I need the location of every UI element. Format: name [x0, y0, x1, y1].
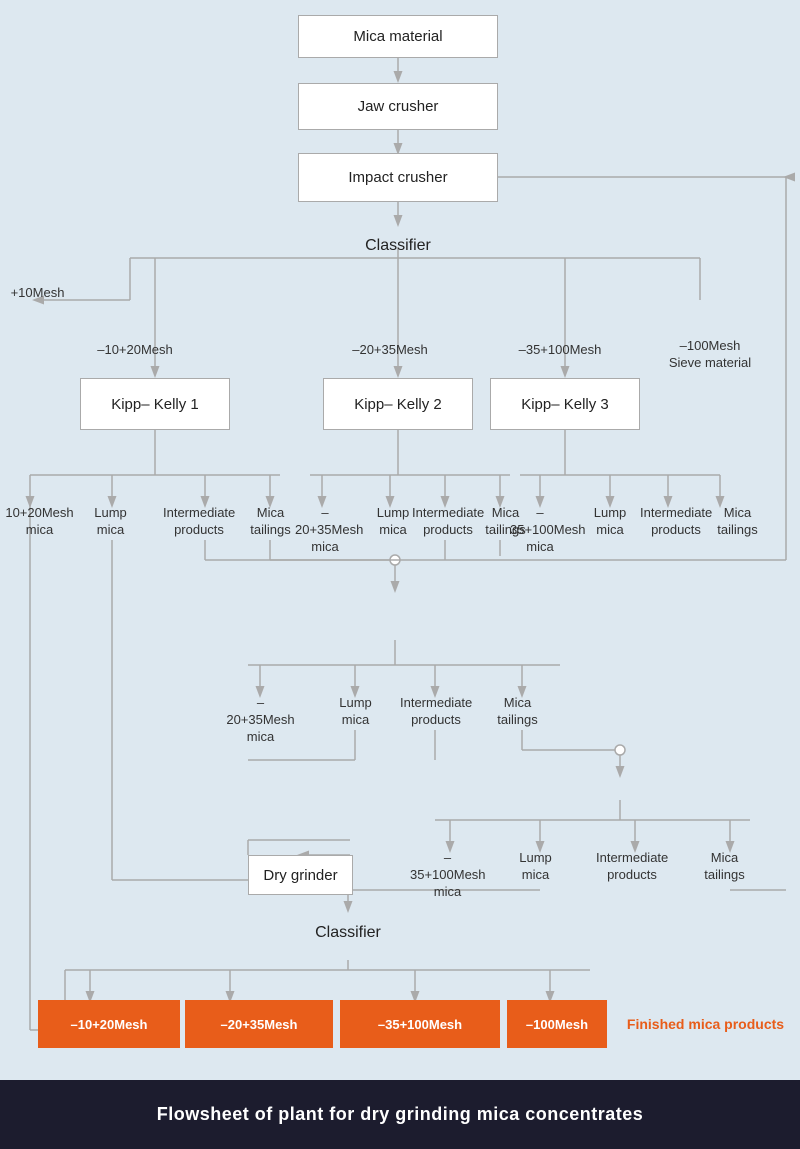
product-p1: –10+20Mesh [38, 1000, 180, 1048]
minus100a-label: –100MeshSieve material [650, 338, 770, 372]
lvl3-out3-label: Intermediateproducts [596, 850, 668, 884]
lvl2-out1-label: –20+35Meshmica [223, 695, 298, 746]
k2-out2-label: Lumpmica [368, 505, 418, 539]
lvl2-out3-label: Intermediateproducts [400, 695, 472, 729]
product-p2: –20+35Mesh [185, 1000, 333, 1048]
lvl3-out2-label: Lumpmica [508, 850, 563, 884]
lvl2-out4-label: Micatailings [490, 695, 545, 729]
kipp2-box: Kipp– Kelly 2 [323, 378, 473, 430]
product-p4: –100Mesh [507, 1000, 607, 1048]
minus35plus100a-label: –35+100Mesh [510, 342, 610, 359]
mica-material-box: Mica material [298, 15, 498, 58]
lvl3-out1-label: –35+100Meshmica [410, 850, 485, 901]
bottom-title: Flowsheet of plant for dry grinding mica… [157, 1104, 644, 1125]
k3-out3-label: Intermediateproducts [640, 505, 712, 539]
impact-crusher-box: Impact crusher [298, 153, 498, 202]
classifier2-box: Classifier [248, 912, 448, 954]
dry-grinder-box: Dry grinder [248, 855, 353, 895]
flowchart: Mica material Jaw crusher Impact crusher… [0, 0, 800, 1080]
finished-products-label: Finished mica products [618, 1016, 793, 1032]
minus20plus35a-label: –20+35Mesh [340, 342, 440, 359]
jaw-crusher-box: Jaw crusher [298, 83, 498, 130]
lvl3-out4-label: Micatailings [697, 850, 752, 884]
k2-out1-label: –20+35Meshmica [295, 505, 355, 556]
k3-out4-label: Micatailings [710, 505, 765, 539]
k2-out3-label: Intermediateproducts [412, 505, 484, 539]
k1-out2-label: Lumpmica [83, 505, 138, 539]
classifier1-box: Classifier [298, 225, 498, 267]
main-container: Mica material Jaw crusher Impact crusher… [0, 0, 800, 1149]
kipp3-box: Kipp– Kelly 3 [490, 378, 640, 430]
k1-out1-label: 10+20Meshmica [2, 505, 77, 539]
k3-out2-label: Lumpmica [585, 505, 635, 539]
product-p3: –35+100Mesh [340, 1000, 500, 1048]
kipp1-box: Kipp– Kelly 1 [80, 378, 230, 430]
k1-out3-label: Intermediateproducts [163, 505, 235, 539]
k3-out1-label: –35+100Meshmica [510, 505, 570, 556]
lvl2-out2-label: Lumpmica [328, 695, 383, 729]
minus10plus20-label: –10+20Mesh [90, 342, 180, 359]
plus10mesh-label: +10Mesh [5, 285, 70, 302]
bottom-bar: Flowsheet of plant for dry grinding mica… [0, 1080, 800, 1149]
k1-out4-label: Micatailings [243, 505, 298, 539]
